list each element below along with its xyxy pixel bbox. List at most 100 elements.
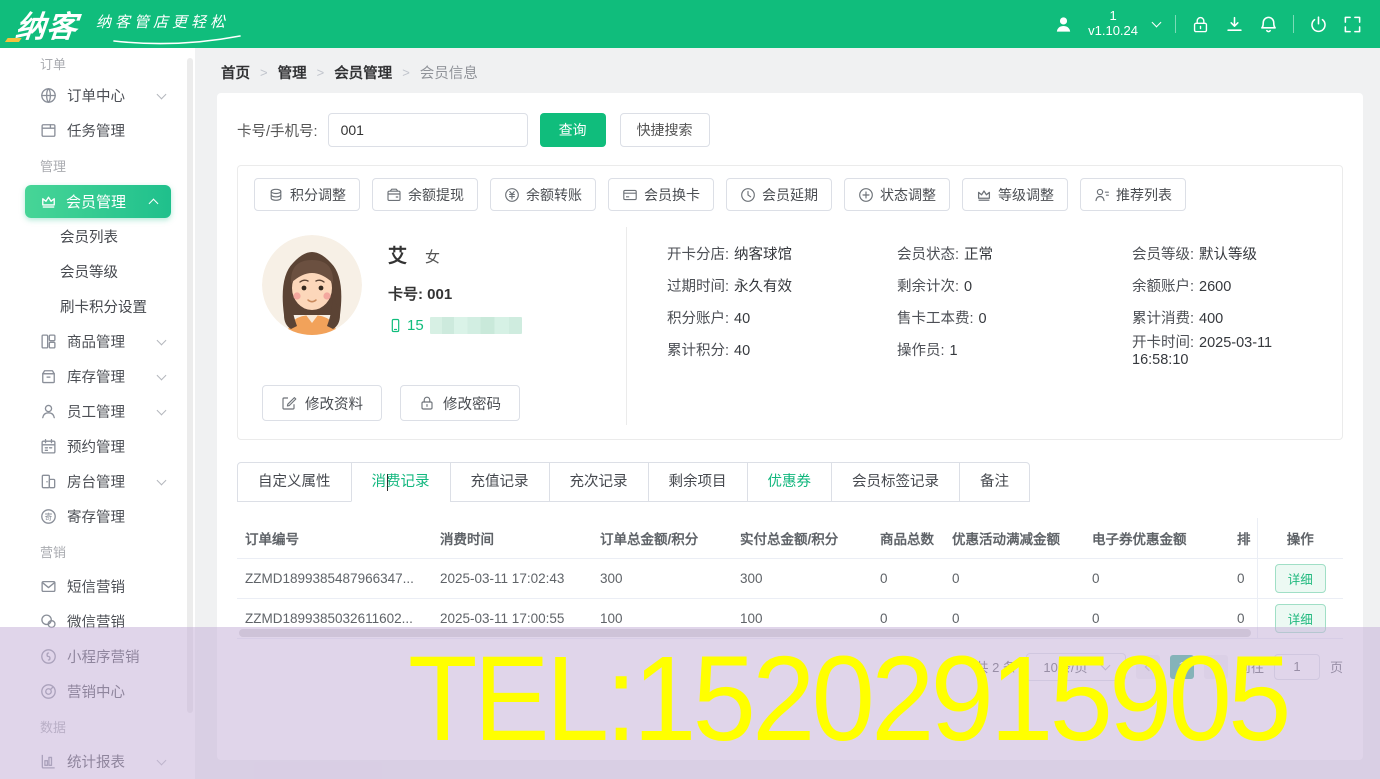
detail-field: 累计积分:40	[667, 339, 897, 360]
download-icon[interactable]	[1225, 15, 1244, 34]
card-replace-button[interactable]: 会员换卡	[608, 178, 714, 211]
detail-field: 会员状态:正常	[897, 243, 1132, 264]
sidebar-item-member-management-active[interactable]: 会员管理	[25, 185, 171, 218]
tab-coupons[interactable]: 优惠券	[747, 462, 833, 502]
bell-icon[interactable]	[1259, 15, 1278, 34]
tab-notes[interactable]: 备注	[959, 462, 1030, 502]
sidebar-item-staff-management[interactable]: 员工管理	[0, 394, 195, 429]
sidebar-item-goods-management[interactable]: 商品管理	[0, 324, 195, 359]
phone-prefix: 15	[407, 317, 424, 334]
button-label: 积分调整	[290, 185, 346, 205]
total-cell: 300	[592, 558, 732, 598]
sidebar-scrollbar[interactable]	[187, 58, 193, 713]
sidebar-item-wechat-marketing[interactable]: 微信营销	[0, 604, 195, 639]
tab-custom-attributes[interactable]: 自定义属性	[237, 462, 352, 502]
user-icon[interactable]	[1054, 15, 1073, 34]
col-order-total: 订单总金额/积分	[592, 518, 732, 558]
status-adjust-button[interactable]: 状态调整	[844, 178, 950, 211]
sidebar-item-order-center[interactable]: 订单中心	[0, 78, 195, 113]
sidebar-item-label: 房台管理	[67, 471, 125, 492]
chevron-down-icon	[157, 89, 167, 99]
detail-field: 会员等级:默认等级	[1132, 243, 1326, 264]
sidebar-item-booking-management[interactable]: 预约管理	[0, 429, 195, 464]
detail-button[interactable]: 详细	[1275, 604, 1326, 633]
next-page-button[interactable]	[1204, 655, 1228, 679]
brand-area: 纳客 纳客管店更轻松	[0, 2, 300, 46]
balance-withdraw-button[interactable]: 余额提现	[372, 178, 478, 211]
chevron-down-icon	[157, 755, 167, 765]
sidebar-item-label: 寄存管理	[67, 506, 125, 527]
button-label: 会员延期	[762, 185, 818, 205]
sidebar-subitem-member-level[interactable]: 会员等级	[0, 254, 195, 289]
button-label: 余额提现	[408, 185, 464, 205]
chevron-right-icon	[1210, 662, 1218, 670]
goto-page-input[interactable]	[1274, 654, 1320, 680]
edit-password-button[interactable]: 修改密码	[400, 385, 520, 421]
sidebar-item-room-management[interactable]: 房台管理	[0, 464, 195, 499]
tab-remaining-items[interactable]: 剩余项目	[648, 462, 748, 502]
transfer-icon	[504, 187, 520, 203]
detail-field: 累计消费:400	[1132, 307, 1326, 328]
sidebar-item-miniprogram-marketing[interactable]: 小程序营销	[0, 639, 195, 674]
detail-button[interactable]: 详细	[1275, 564, 1326, 593]
page-unit: 页	[1330, 657, 1343, 676]
button-label: 等级调整	[998, 185, 1054, 205]
sidebar-item-task-management[interactable]: 任务管理	[0, 113, 195, 148]
sidebar-subitem-member-list[interactable]: 会员列表	[0, 219, 195, 254]
tab-member-tag-records[interactable]: 会员标签记录	[831, 462, 960, 502]
promo-cell: 0	[944, 558, 1084, 598]
level-adjust-button[interactable]: 等级调整	[962, 178, 1068, 211]
member-extend-button[interactable]: 会员延期	[726, 178, 832, 211]
chevron-down-icon	[157, 335, 167, 345]
tab-times-records[interactable]: 充次记录	[549, 462, 649, 502]
sidebar-item-statistics-reports[interactable]: 统计报表	[0, 744, 195, 779]
sidebar-item-inventory-management[interactable]: 库存管理	[0, 359, 195, 394]
username: 1	[1109, 9, 1116, 24]
user-info[interactable]: 1 v1.10.24	[1088, 9, 1138, 39]
tab-recharge-records[interactable]: 充值记录	[450, 462, 550, 502]
power-icon[interactable]	[1309, 15, 1328, 34]
current-page[interactable]: 1	[1170, 655, 1194, 679]
sidebar-subitem-card-points-settings[interactable]: 刷卡积分设置	[0, 289, 195, 324]
prev-page-button[interactable]	[1136, 655, 1160, 679]
edit-profile-button[interactable]: 修改资料	[262, 385, 382, 421]
table-row: ZZMD1899385487966347... 2025-03-11 17:02…	[237, 558, 1343, 598]
chevron-down-icon	[1100, 660, 1110, 670]
referral-list-button[interactable]: 推荐列表	[1080, 178, 1186, 211]
count-cell: 0	[872, 558, 944, 598]
lock-icon[interactable]	[1191, 15, 1210, 34]
bar-chart-icon	[40, 753, 57, 770]
member-details-grid: 开卡分店:纳客球馆 会员状态:正常 会员等级:默认等级 过期时间:永久有效 剩余…	[626, 227, 1326, 425]
query-button[interactable]: 查询	[540, 113, 606, 147]
balance-transfer-button[interactable]: 余额转账	[490, 178, 596, 211]
page-size-select[interactable]: 10条/页	[1026, 653, 1126, 681]
quick-search-button[interactable]: 快捷搜索	[620, 113, 710, 147]
sidebar-item-marketing-center[interactable]: 营销中心	[0, 674, 195, 709]
mail-icon	[40, 578, 57, 595]
app-logo: 纳客	[14, 2, 81, 46]
button-label: 状态调整	[880, 185, 936, 205]
coupon-cell: 0	[1084, 558, 1229, 598]
breadcrumb-management[interactable]: 管理	[278, 62, 307, 83]
col-order-id: 订单编号	[237, 518, 432, 558]
sidebar-item-deposit-management[interactable]: 寄 寄存管理	[0, 499, 195, 534]
fullscreen-icon[interactable]	[1343, 15, 1362, 34]
breadcrumb-home[interactable]: 首页	[221, 62, 250, 83]
sidebar-item-sms-marketing[interactable]: 短信营销	[0, 569, 195, 604]
search-input[interactable]	[328, 113, 528, 147]
wallet-icon	[386, 187, 402, 203]
crown-icon	[976, 187, 992, 203]
main-content: 首页 > 管理 > 会员管理 > 会员信息 卡号/手机号: 查询 快捷搜索 积分…	[195, 48, 1380, 779]
tab-consumption-records[interactable]: 消费记录	[351, 462, 451, 502]
points-adjust-button[interactable]: 积分调整	[254, 178, 360, 211]
room-icon	[40, 473, 57, 490]
member-actions: 积分调整 余额提现 余额转账 会员换卡 会员延期 状态调整 等级调整 推荐列表	[254, 178, 1326, 211]
detail-field: 积分账户:40	[667, 307, 897, 328]
chevron-down-icon[interactable]	[1152, 18, 1162, 28]
col-goods-count: 商品总数	[872, 518, 944, 558]
detail-field: 开卡分店:纳客球馆	[667, 243, 897, 264]
tagline-underline	[112, 34, 242, 46]
horizontal-scrollbar[interactable]	[239, 629, 1251, 637]
member-section: 积分调整 余额提现 余额转账 会员换卡 会员延期 状态调整 等级调整 推荐列表	[237, 165, 1343, 440]
breadcrumb-member-management[interactable]: 会员管理	[334, 62, 392, 83]
